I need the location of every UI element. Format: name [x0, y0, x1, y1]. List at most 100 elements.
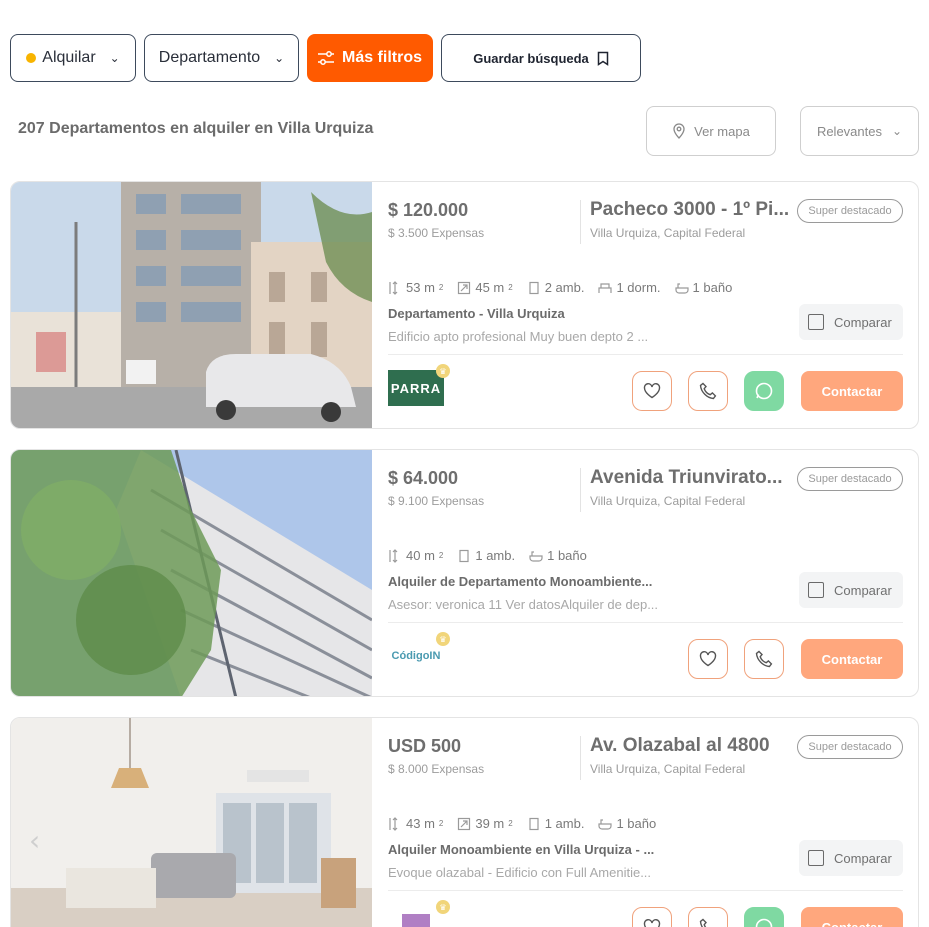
compare-checkbox[interactable]: Comparar	[799, 840, 903, 876]
listing-expenses: $ 8.000 Expensas	[388, 762, 485, 776]
listing-description: Asesor: veronica 11 Ver datosAlquiler de…	[388, 597, 659, 612]
feature-rooms: 2 amb.	[527, 280, 584, 295]
operation-dropdown[interactable]: Alquilar ⌄	[10, 34, 136, 82]
feature-list: 40 m2 1 amb. 1 baño	[388, 548, 587, 563]
feature-covered-area: 45 m2	[457, 280, 513, 295]
bath-icon	[529, 550, 543, 562]
listing-location: Villa Urquiza, Capital Federal	[590, 762, 746, 776]
feature-total-area: 53 m2	[388, 280, 443, 295]
feature-covered-area: 39 m2	[457, 816, 513, 831]
door-icon	[529, 281, 539, 294]
status-badge: Super destacado	[797, 735, 903, 759]
listing-photo[interactable]	[11, 450, 372, 696]
divider	[388, 622, 903, 623]
divider	[580, 200, 581, 244]
save-search-button[interactable]: Guardar búsqueda	[441, 34, 641, 82]
whatsapp-icon	[755, 918, 773, 927]
total-area-icon	[389, 280, 398, 295]
crown-icon: ♛	[436, 364, 450, 378]
listing-description: Evoque olazabal - Edificio con Full Amen…	[388, 865, 652, 880]
listing-description: Edificio apto profesional Muy buen depto…	[388, 329, 649, 344]
phone-icon	[699, 918, 707, 927]
checkbox[interactable]	[808, 850, 824, 866]
map-pin-icon	[673, 123, 685, 139]
listing-expenses: $ 3.500 Expensas	[388, 226, 485, 240]
heart-icon	[643, 919, 661, 927]
listing-address[interactable]: Pacheco 3000 - 1º Pi...	[590, 199, 790, 221]
favorite-button[interactable]	[688, 639, 728, 679]
compare-checkbox[interactable]: Comparar	[799, 304, 903, 340]
listing-headline[interactable]: Alquiler Monoambiente en Villa Urquiza -…	[388, 842, 668, 857]
divider	[580, 468, 581, 512]
feature-total-area: 40 m2	[388, 548, 443, 563]
feature-bathrooms: 1 baño	[529, 548, 587, 563]
chevron-down-icon: ⌄	[891, 124, 903, 138]
feature-list: 53 m2 45 m2 2 amb. 1 dorm. 1 baño	[388, 280, 732, 295]
listing-address[interactable]: Avenida Triunvirato...	[590, 467, 790, 489]
listing-location: Villa Urquiza, Capital Federal	[590, 494, 746, 508]
bookmark-icon	[597, 51, 609, 66]
contact-button[interactable]: Contactar	[801, 907, 903, 927]
property-type-dropdown[interactable]: Departamento ⌄	[144, 34, 299, 82]
covered-area-icon	[458, 281, 471, 294]
bath-icon	[598, 818, 613, 830]
listing-card[interactable]: $ 64.000 $ 9.100 Expensas Avenida Triunv…	[10, 449, 919, 697]
feature-rooms: 1 amb.	[457, 548, 515, 563]
save-search-label: Guardar búsqueda	[473, 50, 589, 66]
call-button[interactable]	[688, 907, 728, 927]
listing-headline[interactable]: Alquiler de Departamento Monoambiente...	[388, 574, 668, 589]
operation-label: Alquilar	[42, 49, 96, 66]
listing-location: Villa Urquiza, Capital Federal	[590, 226, 746, 240]
status-badge: Super destacado	[797, 467, 903, 491]
call-button[interactable]	[744, 639, 784, 679]
whatsapp-button[interactable]	[744, 907, 784, 927]
checkbox[interactable]	[808, 314, 824, 330]
listing-price: $ 64.000	[388, 468, 459, 488]
divider	[388, 890, 903, 891]
door-icon	[529, 817, 539, 830]
feature-bathrooms: 1 baño	[674, 280, 732, 295]
feature-bathrooms: 1 baño	[598, 816, 656, 831]
status-badge: Super destacado	[797, 199, 903, 223]
publisher-logo[interactable]: CódigoIN	[388, 638, 444, 674]
listing-photo[interactable]	[11, 182, 372, 428]
favorite-button[interactable]	[632, 371, 672, 411]
heart-icon	[643, 383, 661, 399]
contact-button[interactable]: Contactar	[801, 639, 903, 679]
heart-icon	[699, 651, 717, 667]
divider	[388, 354, 903, 355]
listing-headline[interactable]: Departamento - Villa Urquiza	[388, 306, 668, 321]
svg-text:‹: ‹	[29, 824, 40, 857]
covered-area-icon	[458, 817, 471, 830]
sliders-icon	[317, 51, 334, 65]
feature-total-area: 43 m2	[388, 816, 443, 831]
call-button[interactable]	[688, 371, 728, 411]
more-filters-button[interactable]: Más filtros	[307, 34, 433, 82]
phone-icon	[699, 382, 717, 400]
crown-icon: ♛	[436, 632, 450, 646]
listing-expenses: $ 9.100 Expensas	[388, 494, 485, 508]
listing-card[interactable]: ‹ USD 500 $ 8.000 Expensas Av. Olazabal …	[10, 717, 919, 927]
checkbox[interactable]	[808, 582, 824, 598]
whatsapp-button[interactable]	[744, 371, 784, 411]
listing-address[interactable]: Av. Olazabal al 4800	[590, 735, 790, 757]
total-area-icon	[389, 548, 398, 563]
view-map-label: Ver mapa	[694, 123, 750, 139]
chevron-down-icon: ⌄	[109, 51, 120, 65]
listing-card[interactable]: $ 120.000 $ 3.500 Expensas Pacheco 3000 …	[10, 181, 919, 429]
contact-button[interactable]: Contactar	[801, 371, 903, 411]
sort-dropdown[interactable]: Relevantes ⌄	[800, 106, 919, 156]
listing-price: $ 120.000	[388, 200, 469, 220]
favorite-button[interactable]	[632, 907, 672, 927]
publisher-logo[interactable]: PARRA	[388, 370, 444, 406]
compare-checkbox[interactable]: Comparar	[799, 572, 903, 608]
listing-photo[interactable]: ‹	[11, 718, 372, 927]
view-map-button[interactable]: Ver mapa	[646, 106, 776, 156]
bed-icon	[598, 282, 613, 293]
sort-label: Relevantes	[816, 123, 882, 139]
whatsapp-icon	[755, 382, 773, 400]
publisher-logo[interactable]	[402, 914, 430, 927]
door-icon	[459, 549, 469, 562]
total-area-icon	[389, 816, 398, 831]
listing-price: USD 500	[388, 736, 462, 756]
